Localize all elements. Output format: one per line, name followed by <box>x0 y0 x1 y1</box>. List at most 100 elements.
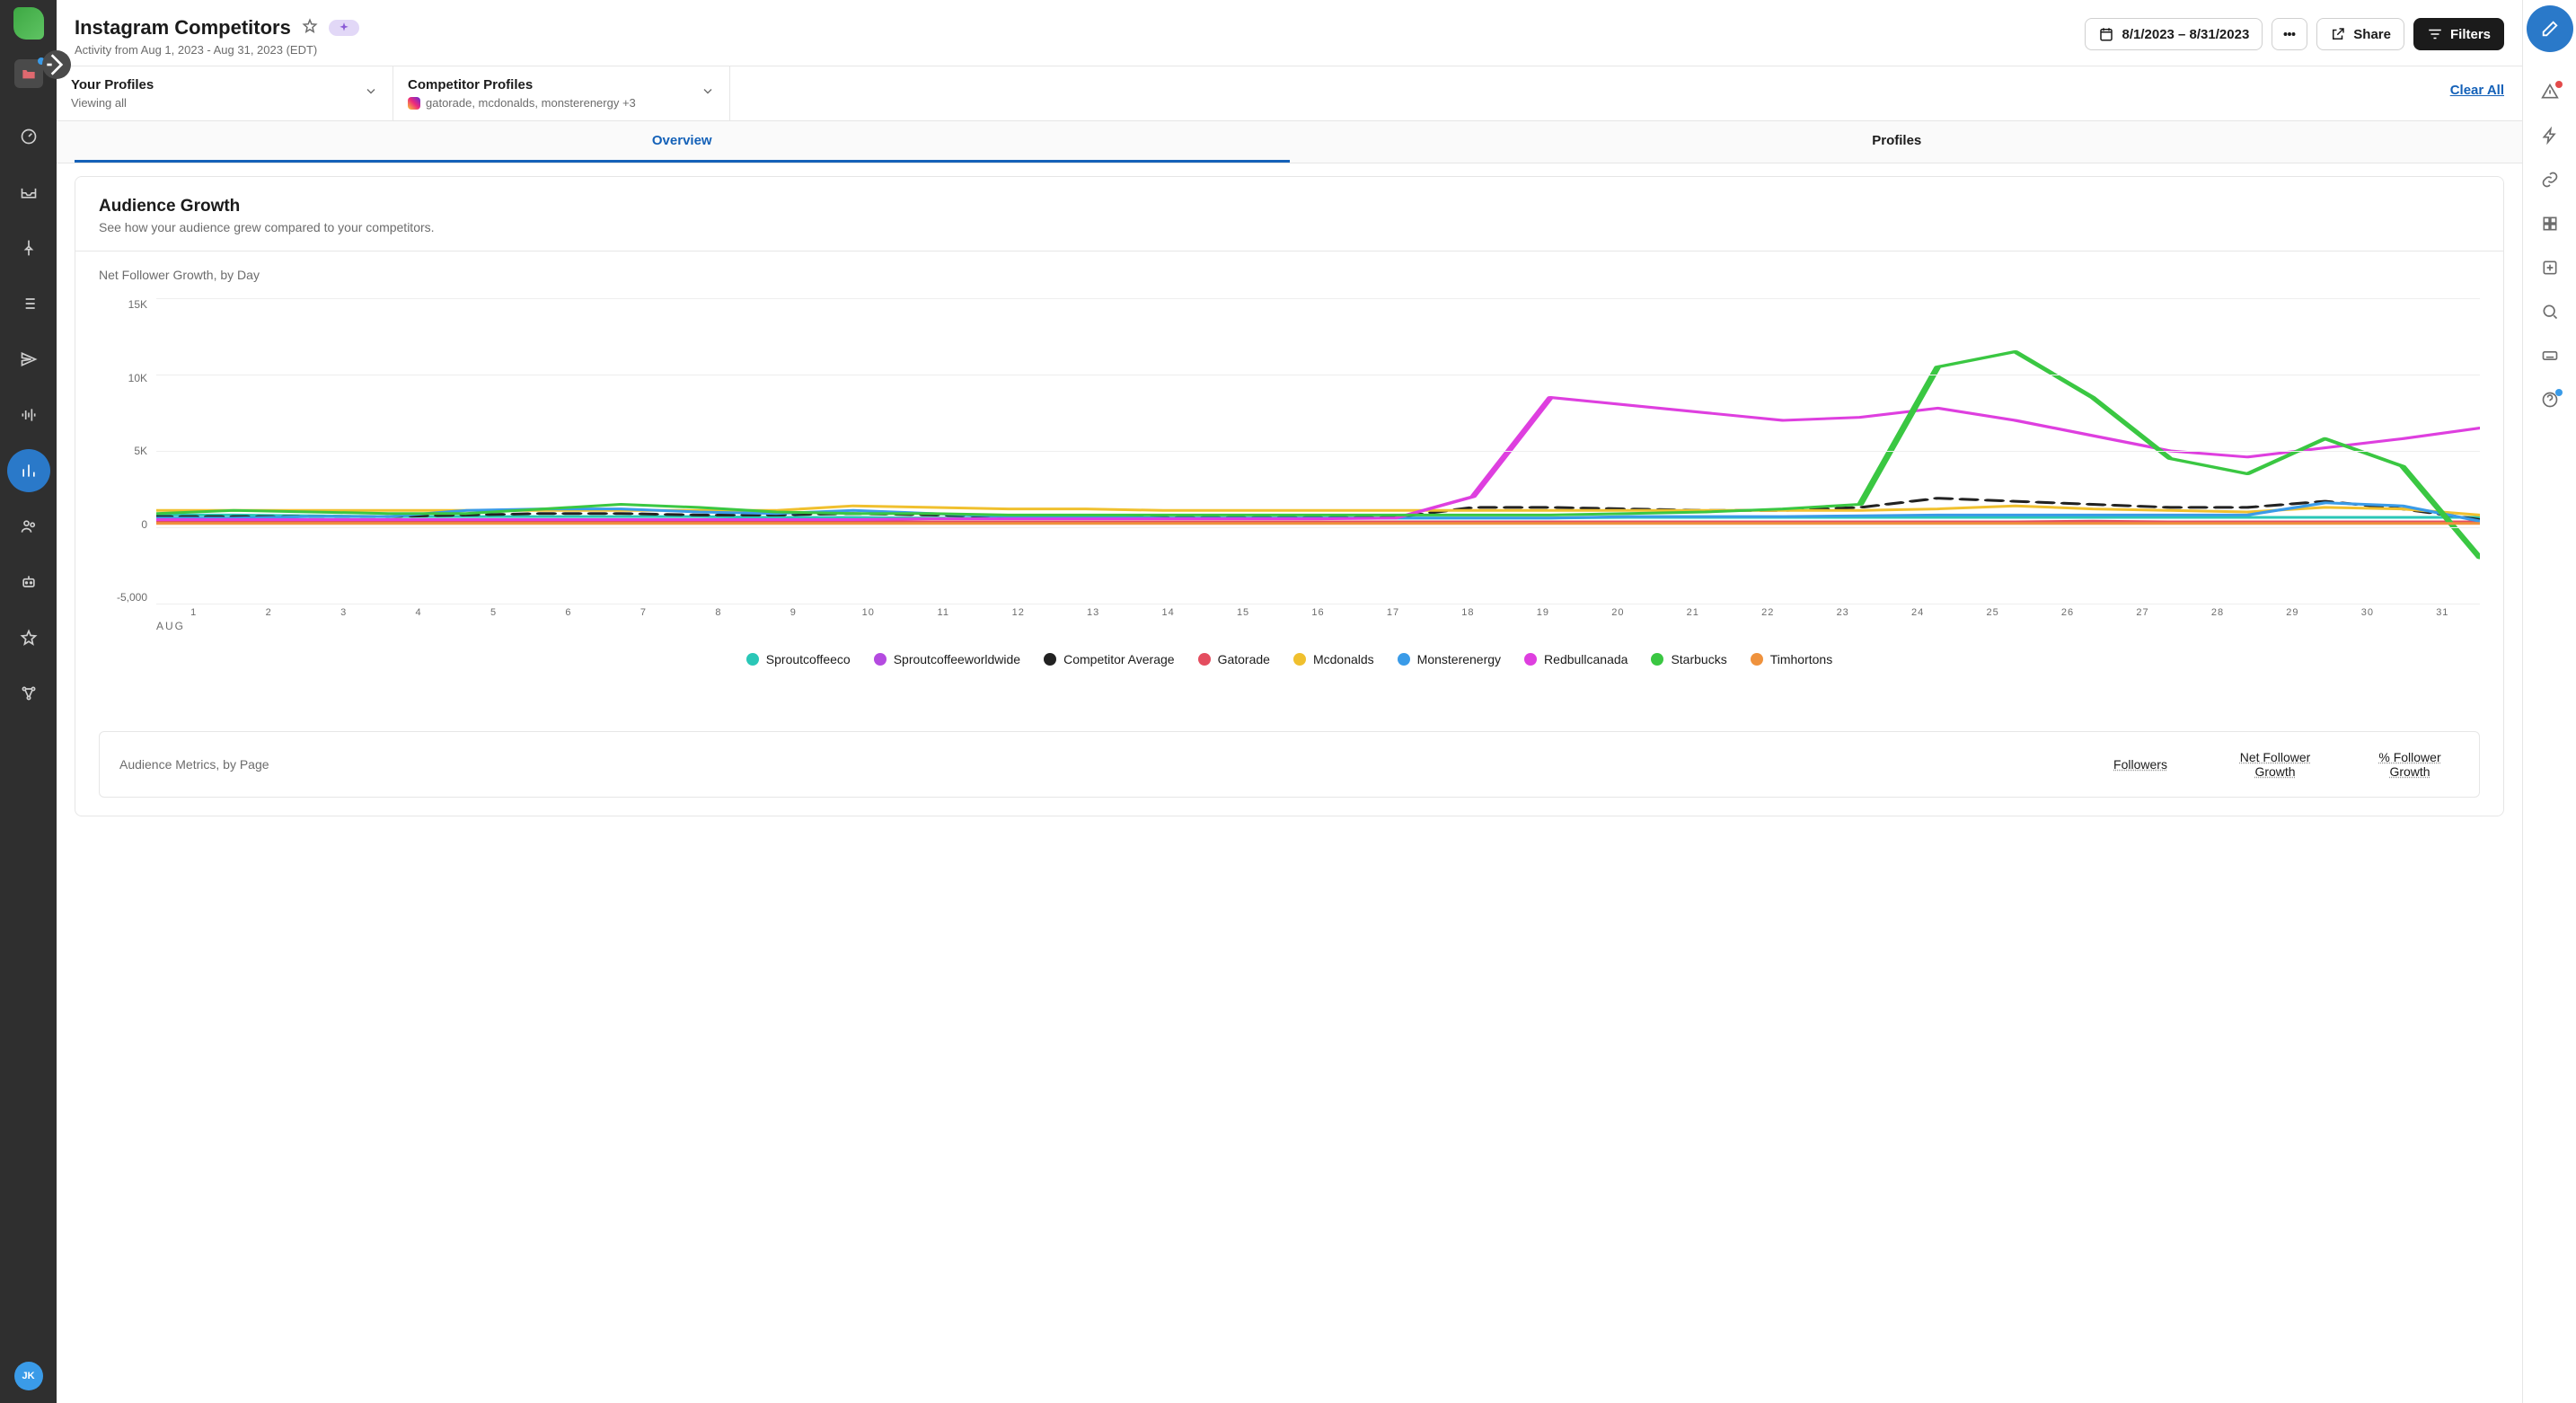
x-tick: 1 <box>156 607 231 618</box>
x-tick: 27 <box>2105 607 2180 618</box>
nav-inbox[interactable] <box>7 171 50 214</box>
plus-square-icon <box>2541 259 2559 277</box>
add-button[interactable] <box>2541 259 2559 281</box>
x-tick: 8 <box>681 607 755 618</box>
y-tick: 15K <box>128 298 147 311</box>
people-icon <box>20 517 38 535</box>
y-tick: 0 <box>141 518 147 531</box>
audio-icon <box>20 406 38 424</box>
star-outline-icon <box>302 18 318 34</box>
arrow-right-icon <box>42 50 71 79</box>
nav-dashboard[interactable] <box>7 115 50 158</box>
nav-bot[interactable] <box>7 560 50 604</box>
favorite-button[interactable] <box>302 18 318 39</box>
x-tick: 12 <box>981 607 1055 618</box>
audience-growth-card: Audience Growth See how your audience gr… <box>75 176 2504 816</box>
legend-item[interactable]: Redbullcanada <box>1524 652 1628 666</box>
legend-item[interactable]: Timhortons <box>1751 652 1833 666</box>
x-tick: 24 <box>1880 607 1954 618</box>
ai-chip[interactable] <box>329 20 359 36</box>
clear-all-link[interactable]: Clear All <box>2432 66 2522 120</box>
legend-swatch <box>1398 653 1410 666</box>
legend-item[interactable]: Mcdonalds <box>1293 652 1374 666</box>
legend-swatch <box>874 653 887 666</box>
nav-publish[interactable] <box>7 338 50 381</box>
alert-icon <box>2541 83 2559 101</box>
bolt-icon <box>2541 127 2559 145</box>
x-tick: 13 <box>1055 607 1130 618</box>
left-sidebar: JK <box>0 0 57 1403</box>
tab-profiles[interactable]: Profiles <box>1290 121 2505 163</box>
help-button[interactable] <box>2541 391 2559 413</box>
page-subtitle: Activity from Aug 1, 2023 - Aug 31, 2023… <box>75 43 2074 57</box>
keyboard-icon <box>2541 347 2559 365</box>
x-tick: 11 <box>906 607 981 618</box>
grid-line <box>156 527 2480 528</box>
more-button[interactable] <box>2272 18 2307 50</box>
filters-button[interactable]: Filters <box>2413 18 2504 50</box>
folder-badge[interactable] <box>14 59 43 88</box>
chart-series-line <box>156 398 2480 520</box>
tab-bar: Overview Profiles <box>57 120 2522 163</box>
legend-item[interactable]: Sproutcoffeeco <box>746 652 851 666</box>
sidebar-expand-button[interactable] <box>42 50 71 79</box>
card-title: Audience Growth <box>99 197 2480 216</box>
metric-col-pct-growth[interactable]: % Follower Growth <box>2360 750 2459 779</box>
nav-network[interactable] <box>7 672 50 715</box>
legend-item[interactable]: Starbucks <box>1651 652 1726 666</box>
compose-button[interactable] <box>2527 5 2573 52</box>
metric-col-net-growth[interactable]: Net Follower Growth <box>2226 750 2325 779</box>
keyboard-button[interactable] <box>2541 347 2559 369</box>
insights-button[interactable] <box>2541 127 2559 149</box>
calendar-icon <box>2098 26 2114 42</box>
share-button[interactable]: Share <box>2316 18 2404 50</box>
legend-item[interactable]: Competitor Average <box>1044 652 1174 666</box>
x-tick: 3 <box>306 607 381 618</box>
legend-swatch <box>1044 653 1056 666</box>
links-button[interactable] <box>2541 171 2559 193</box>
search-button[interactable] <box>2541 303 2559 325</box>
grid-line <box>156 298 2480 299</box>
nav-people[interactable] <box>7 505 50 548</box>
list-icon <box>20 295 38 313</box>
competitor-profiles-filter[interactable]: Competitor Profiles gatorade, mcdonalds,… <box>393 66 730 120</box>
nav-audio[interactable] <box>7 393 50 437</box>
metrics-title: Audience Metrics, by Page <box>119 757 2055 772</box>
chevron-down-icon <box>364 84 378 103</box>
metric-col-followers[interactable]: Followers <box>2091 757 2190 772</box>
chart-y-axis: 15K10K5K0-5,000 <box>99 298 156 604</box>
x-tick: 5 <box>456 607 531 618</box>
nav-reports[interactable] <box>7 449 50 492</box>
alerts-button[interactable] <box>2541 83 2559 105</box>
x-tick: 4 <box>381 607 455 618</box>
avatar[interactable]: JK <box>14 1362 43 1390</box>
x-tick: 17 <box>1355 607 1430 618</box>
x-tick: 30 <box>2330 607 2404 618</box>
apps-button[interactable] <box>2541 215 2559 237</box>
inbox-icon <box>20 183 38 201</box>
right-sidebar <box>2522 0 2576 1403</box>
grid-line <box>156 451 2480 452</box>
x-tick: 6 <box>531 607 605 618</box>
x-tick: 10 <box>831 607 905 618</box>
legend-swatch <box>1651 653 1663 666</box>
sprout-logo[interactable] <box>13 7 44 40</box>
legend-label: Competitor Average <box>1063 652 1174 666</box>
nav-pin[interactable] <box>7 226 50 269</box>
nav-list[interactable] <box>7 282 50 325</box>
date-range-button[interactable]: 8/1/2023 – 8/31/2023 <box>2085 18 2263 50</box>
x-tick: 16 <box>1281 607 1355 618</box>
legend-label: Redbullcanada <box>1544 652 1628 666</box>
tab-overview[interactable]: Overview <box>75 121 1290 163</box>
legend-item[interactable]: Gatorade <box>1198 652 1270 666</box>
chart-series-line <box>156 521 2480 522</box>
legend-label: Timhortons <box>1770 652 1833 666</box>
x-tick: 14 <box>1131 607 1205 618</box>
your-profiles-filter[interactable]: Your Profiles Viewing all <box>57 66 393 120</box>
legend-item[interactable]: Sproutcoffeeworldwide <box>874 652 1020 666</box>
legend-item[interactable]: Monsterenergy <box>1398 652 1501 666</box>
audience-metrics-box: Audience Metrics, by Page Followers Net … <box>99 731 2480 798</box>
nav-star[interactable] <box>7 616 50 659</box>
your-profiles-label: Your Profiles <box>71 77 378 93</box>
gauge-icon <box>20 128 38 146</box>
